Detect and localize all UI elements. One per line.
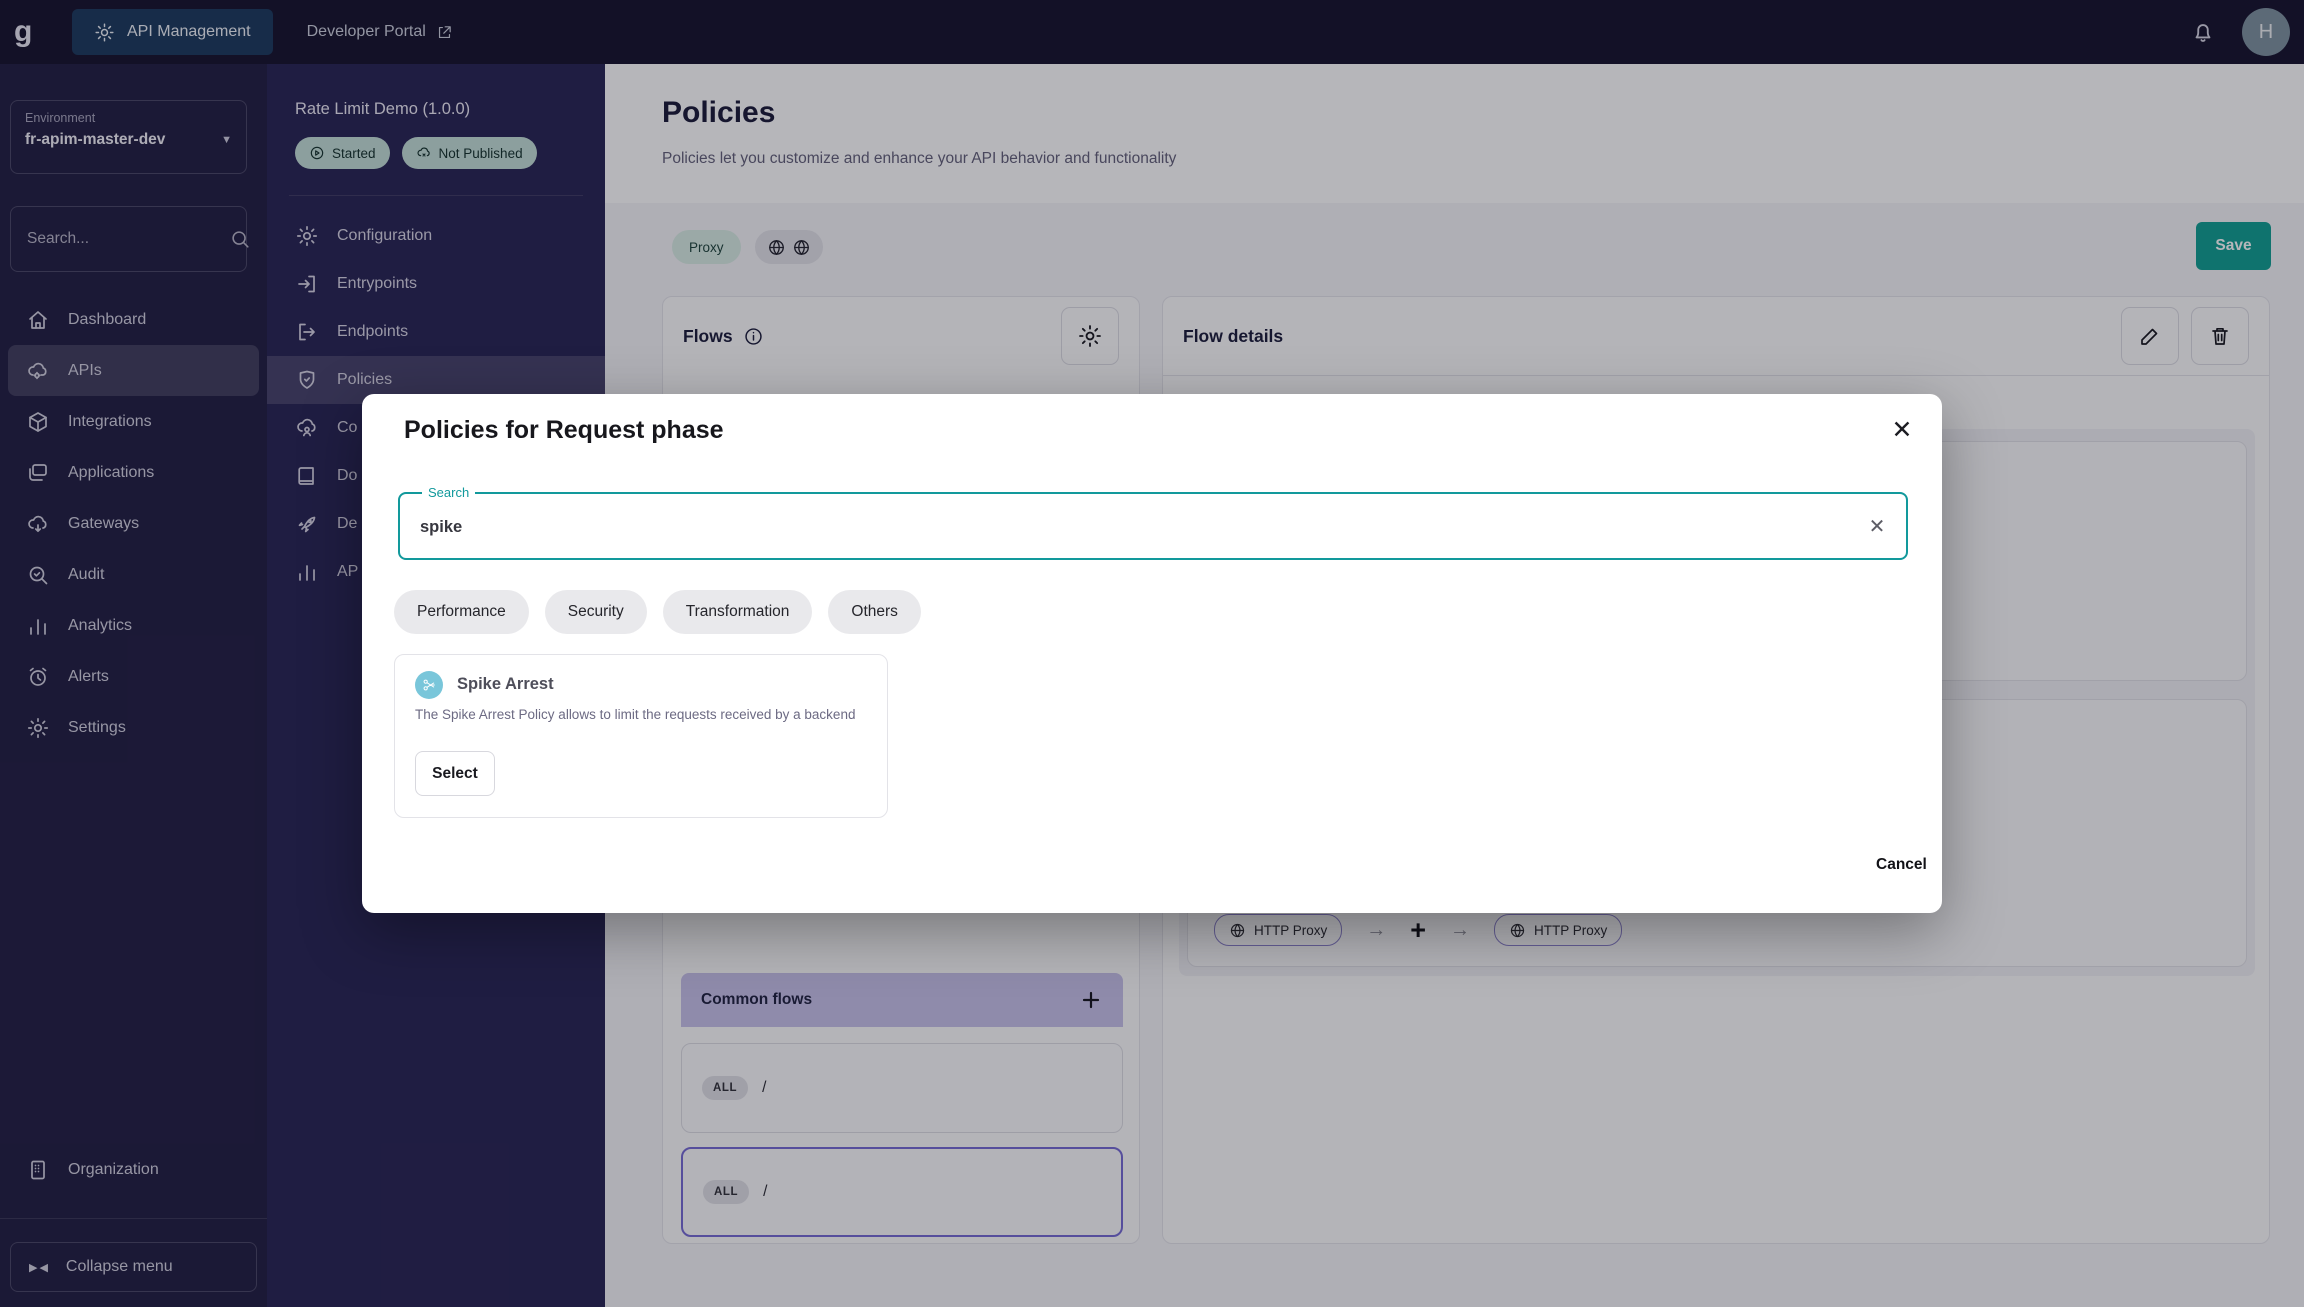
policy-description: The Spike Arrest Policy allows to limit … [415, 705, 865, 726]
category-chip-transformation[interactable]: Transformation [663, 590, 813, 634]
policy-name: Spike Arrest [457, 675, 554, 694]
close-icon[interactable]: ✕ [1882, 410, 1922, 450]
policy-search-field: Search ✕ [398, 492, 1908, 560]
category-chip-others[interactable]: Others [828, 590, 921, 634]
category-filter-bar: Performance Security Transformation Othe… [394, 590, 921, 634]
category-chip-performance[interactable]: Performance [394, 590, 529, 634]
cancel-button[interactable]: Cancel [1860, 846, 1943, 884]
clear-search-icon[interactable]: ✕ [1862, 511, 1892, 541]
modal-title: Policies for Request phase [404, 416, 724, 445]
policy-search-input[interactable] [418, 494, 1822, 560]
select-policy-button[interactable]: Select [415, 751, 495, 796]
policy-picker-modal: Policies for Request phase ✕ Search ✕ Pe… [362, 394, 1942, 913]
category-chip-security[interactable]: Security [545, 590, 647, 634]
spike-arrest-policy-icon [415, 671, 443, 699]
policy-result-card: Spike Arrest The Spike Arrest Policy all… [394, 654, 888, 818]
